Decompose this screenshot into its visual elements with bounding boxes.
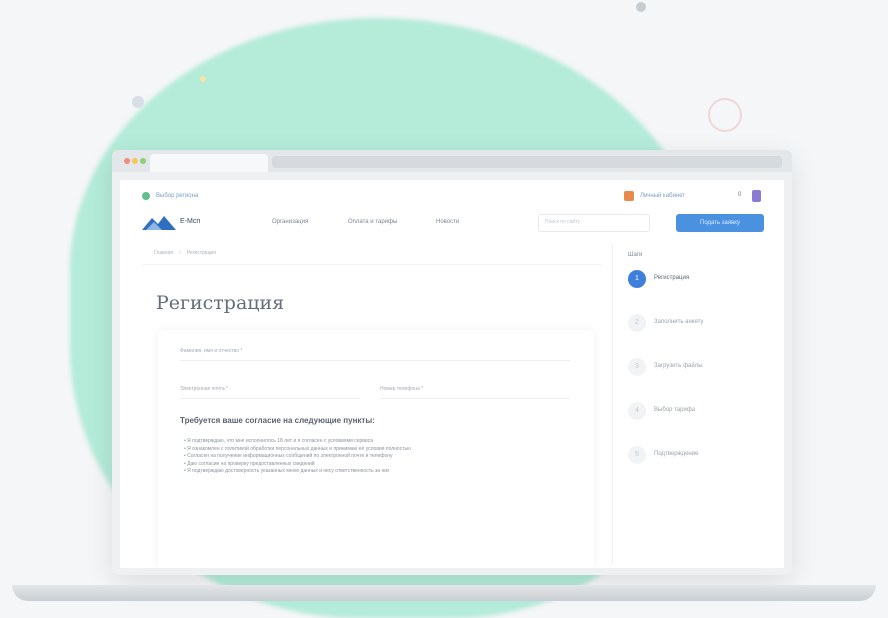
page-title: Регистрация: [156, 292, 285, 314]
step-item[interactable]: 3 Загрузить файлы: [628, 358, 778, 382]
step-label: Выбор тарифа: [654, 407, 696, 413]
decorative-ring: [708, 98, 742, 132]
step-item[interactable]: 2 Заполнить анкету: [628, 314, 778, 338]
step-number: 2: [628, 314, 646, 332]
sidebar-heading: Шаги: [628, 252, 643, 258]
breadcrumb-current: Регистрация: [186, 250, 216, 256]
step-number: 3: [628, 358, 646, 376]
main-content: Главная › Регистрация Регистрация Фамилия,…: [142, 244, 602, 568]
sidebar-divider: [612, 244, 613, 564]
laptop-base: [12, 585, 876, 601]
list-item: Я ознакомлен с политикой обработки персо…: [184, 446, 574, 453]
registration-form: Фамилия, имя и отчество * Электронная по…: [158, 330, 594, 568]
menu-icon[interactable]: [752, 190, 761, 202]
web-page: Выбор региона Личный кабинет 0 Е-Мсп Орг…: [120, 180, 784, 568]
step-item[interactable]: 5 Подтверждение: [628, 446, 778, 470]
list-item: Даю согласие на проверку предоставленных…: [184, 461, 574, 468]
step-label: Подтверждение: [654, 451, 699, 457]
steps-sidebar: Шаги 1 Регистрация 2 Заполнить анкету 3 …: [620, 244, 780, 564]
fullname-label: Фамилия, имя и отчество *: [180, 348, 243, 354]
submit-application-button[interactable]: Подать заявку: [676, 214, 764, 232]
location-icon: [142, 192, 150, 200]
phone-label: Номер телефона *: [380, 386, 424, 392]
divider: [142, 264, 602, 265]
breadcrumb: Главная › Регистрация: [154, 250, 216, 256]
step-label: Регистрация: [654, 275, 690, 281]
email-field[interactable]: [180, 398, 360, 399]
nav-link-news[interactable]: Новости: [436, 219, 459, 225]
search-input[interactable]: Поиск по сайту: [538, 214, 650, 232]
phone-field[interactable]: [380, 398, 570, 399]
list-item: Я подтверждаю, что мне исполнилось 18 ле…: [184, 438, 574, 445]
maximize-window-icon[interactable]: [140, 158, 146, 164]
logo-mountain-icon[interactable]: [142, 214, 176, 230]
step-item[interactable]: 4 Выбор тарифа: [628, 402, 778, 426]
email-label: Электронная почта *: [180, 386, 228, 392]
search-placeholder: Поиск по сайту: [545, 219, 581, 225]
browser-chrome: [112, 150, 792, 172]
browser-tab[interactable]: [150, 154, 268, 172]
address-bar[interactable]: [272, 156, 782, 168]
requirements-list: Я подтверждаю, что мне исполнилось 18 ле…: [184, 438, 574, 476]
decorative-dot: [132, 96, 144, 108]
laptop-screen: Выбор региона Личный кабинет 0 Е-Мсп Орг…: [112, 150, 792, 575]
nav-link-payment[interactable]: Оплата и тарифы: [348, 219, 397, 225]
minimize-window-icon[interactable]: [132, 158, 138, 164]
decorative-dot: [200, 76, 206, 82]
main-navbar: Е-Мсп Организация Оплата и тарифы Новост…: [120, 208, 784, 238]
step-number: 5: [628, 446, 646, 464]
cart-count: 0: [738, 192, 742, 198]
region-link[interactable]: Выбор региона: [156, 193, 198, 199]
list-item: Согласен на получение информационных соо…: [184, 453, 574, 460]
requirements-title: Требуется ваше согласие на следующие пун…: [180, 416, 375, 425]
step-label: Загрузить файлы: [654, 363, 703, 369]
decorative-dot: [636, 2, 646, 12]
fullname-field[interactable]: [180, 360, 570, 361]
step-number: 4: [628, 402, 646, 420]
breadcrumb-home[interactable]: Главная: [154, 250, 173, 256]
step-item[interactable]: 1 Регистрация: [628, 270, 778, 294]
step-label: Заполнить анкету: [654, 319, 704, 325]
close-window-icon[interactable]: [124, 158, 130, 164]
step-number: 1: [628, 270, 646, 288]
list-item: Я подтверждаю достоверность указанных мн…: [184, 468, 574, 475]
top-utility-bar: Выбор региона Личный кабинет 0: [120, 180, 784, 202]
nav-link-organization[interactable]: Организация: [272, 219, 308, 225]
user-badge-icon: [624, 191, 634, 201]
logo-text[interactable]: Е-Мсп: [180, 218, 200, 225]
account-link[interactable]: Личный кабинет: [640, 193, 685, 199]
